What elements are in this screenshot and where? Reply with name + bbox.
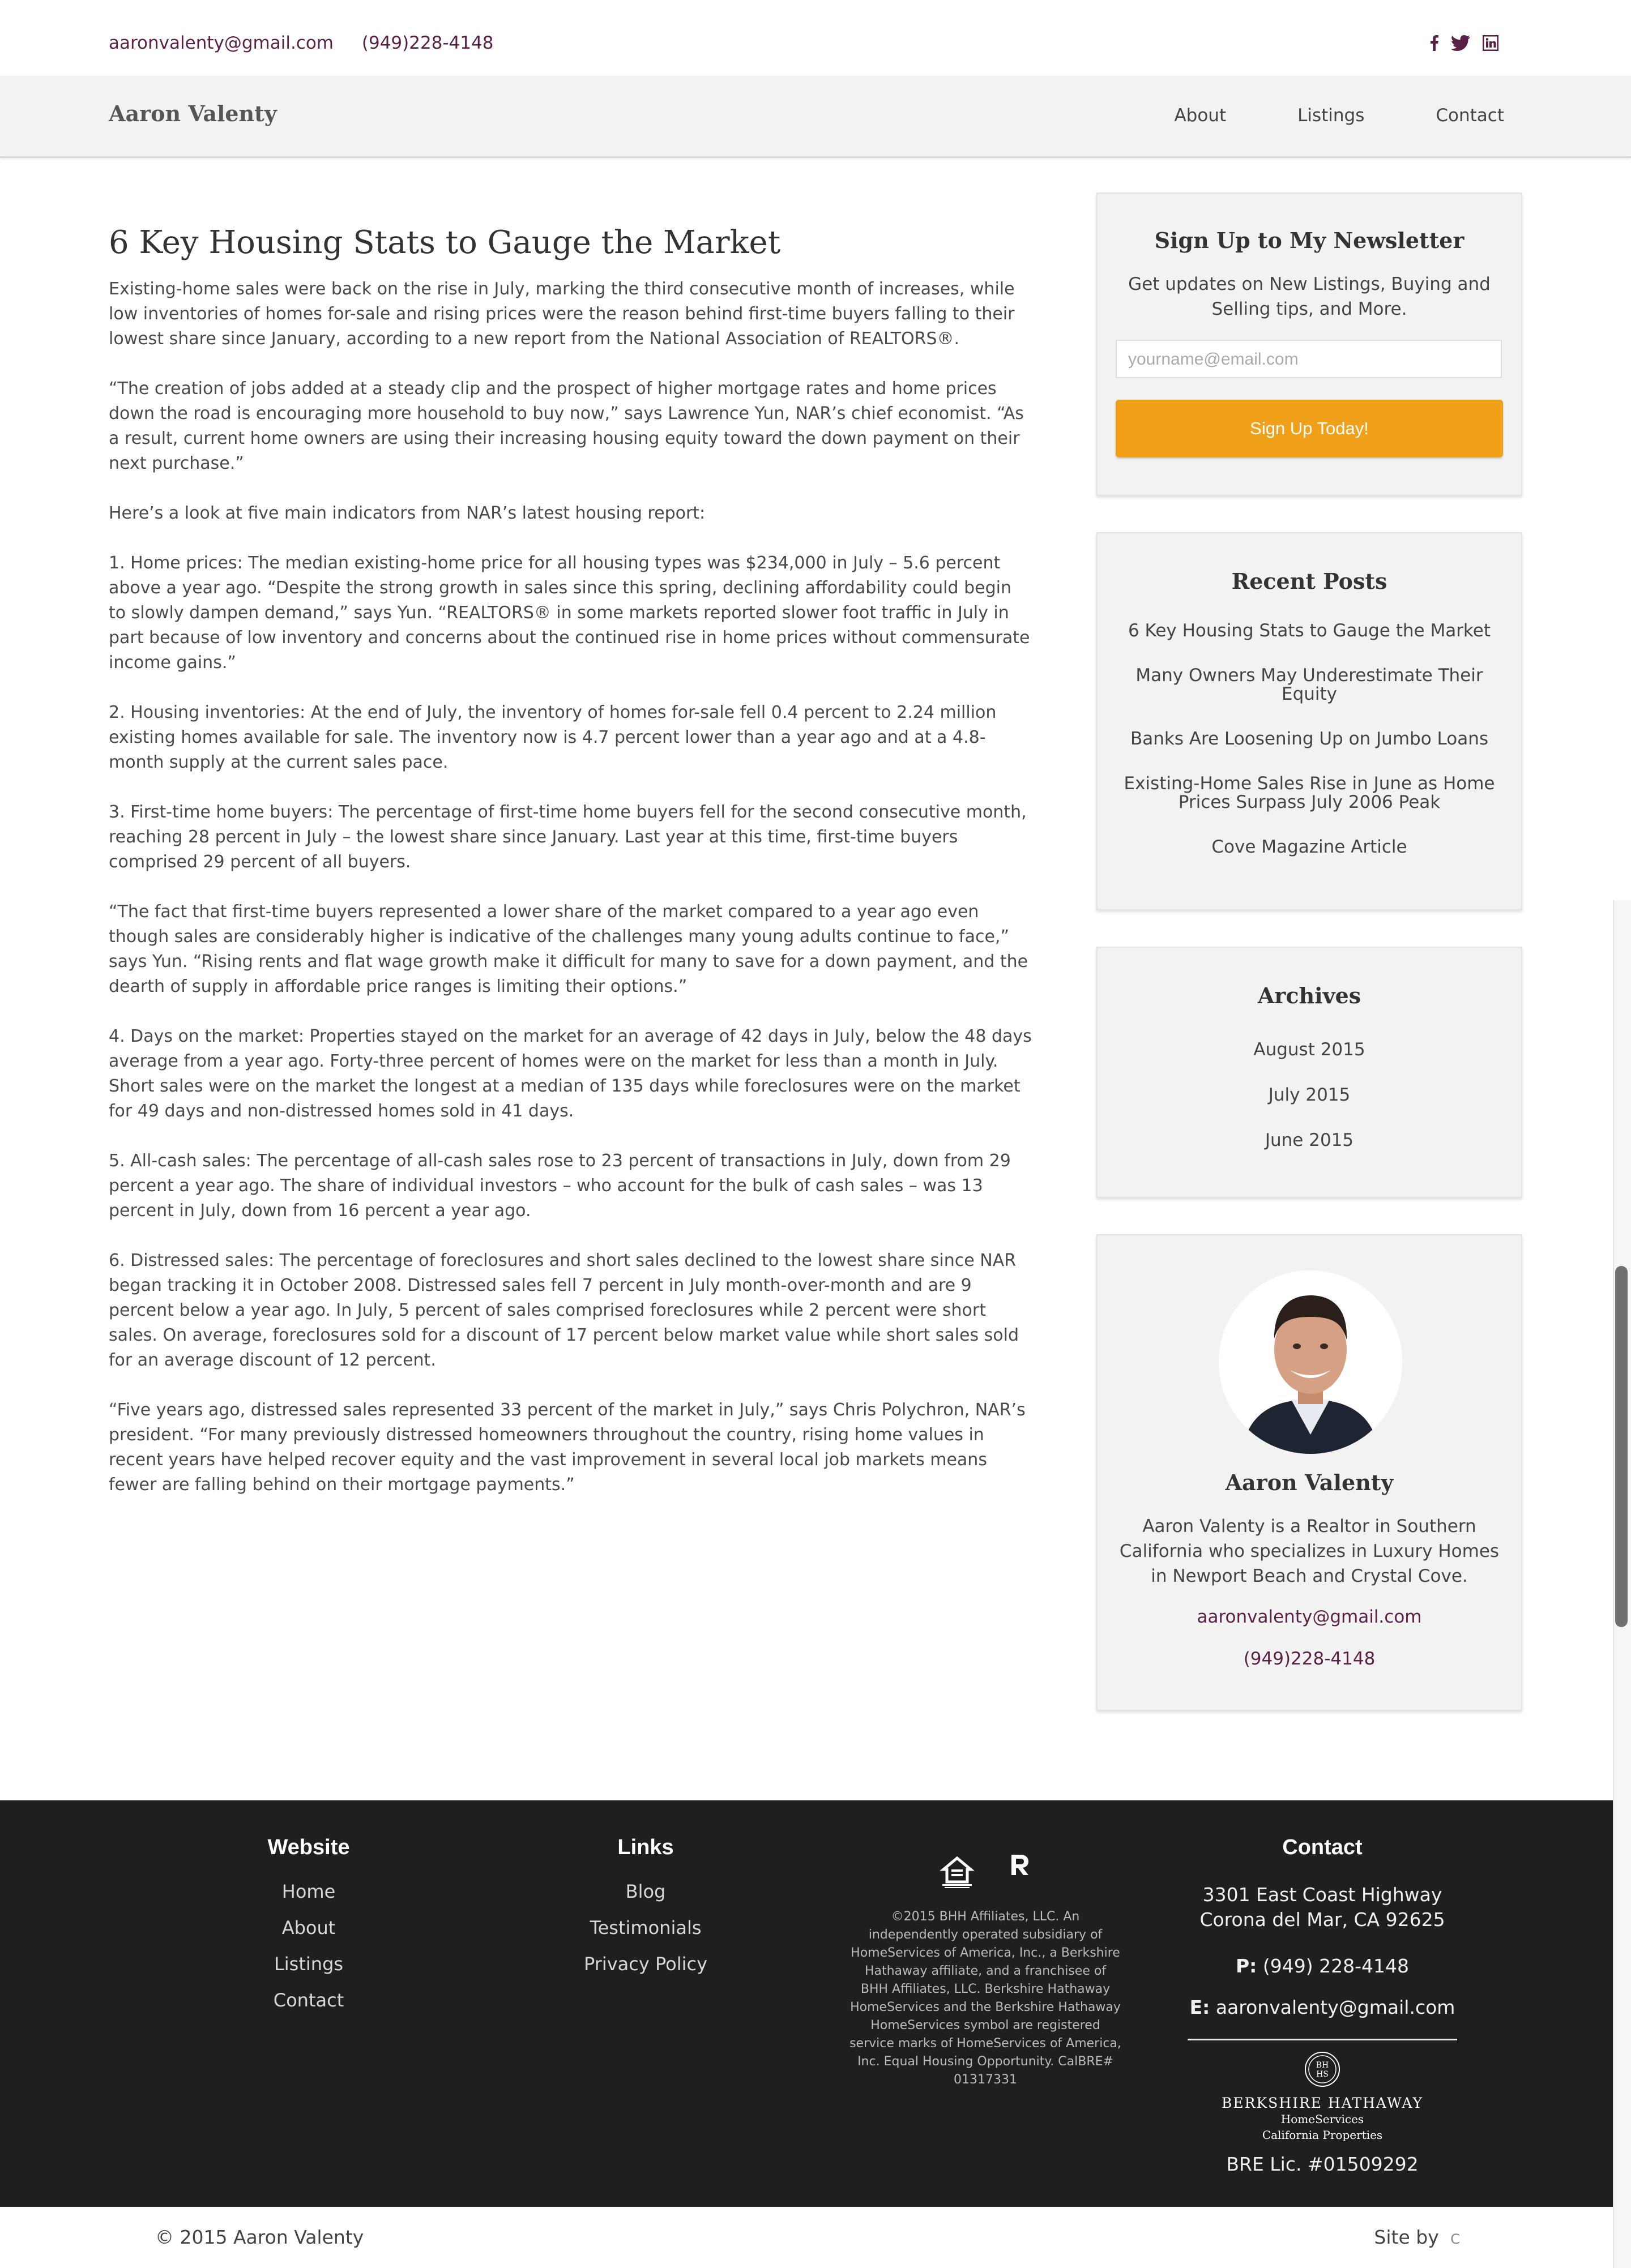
article-paragraph: 2. Housing inventories: At the end of Ju… (109, 703, 997, 772)
footer-website-column: Website Home About Listings Contact (210, 1835, 408, 2027)
archive-link[interactable]: June 2015 (1098, 1129, 1521, 1152)
footer-links-column: Links Blog Testimonials Privacy Policy (549, 1835, 742, 1991)
social-links (1431, 35, 1499, 53)
svg-text:BH: BH (1316, 2061, 1329, 2070)
newsletter-signup-button[interactable]: Sign Up Today! (1116, 400, 1503, 457)
recent-posts-widget: Recent Posts 6 Key Housing Stats to Gaug… (1096, 532, 1522, 910)
newsletter-widget: Sign Up to My Newsletter Get updates on … (1096, 192, 1522, 496)
recent-post-link[interactable]: Banks Are Loosening Up on Jumbo Loans (1120, 730, 1498, 748)
site-credit-logo-icon[interactable]: C (1450, 2231, 1460, 2247)
recent-post-link[interactable]: Existing-Home Sales Rise in June as Home… (1120, 774, 1498, 812)
nav-menu: About Listings Contact (1174, 105, 1504, 126)
svg-text:HS: HS (1316, 2070, 1329, 2079)
recent-post-link[interactable]: 6 Key Housing Stats to Gauge the Market (1120, 622, 1498, 640)
top-phone-link[interactable]: (949)228-4148 (362, 33, 494, 53)
footer-contact-title: Contact (1282, 1835, 1363, 1859)
footer-phone-label: P: (1236, 1955, 1257, 1977)
article-paragraph: 5. All-cash sales: The percentage of all… (109, 1151, 1011, 1221)
nav-item-contact[interactable]: Contact (1436, 105, 1504, 126)
newsletter-subtitle: Get updates on New Listings, Buying and … (1128, 274, 1491, 319)
footer-link-contact[interactable]: Contact (210, 1991, 408, 2009)
article-paragraph: “Five years ago, distressed sales repres… (109, 1400, 1026, 1495)
facebook-icon[interactable] (1431, 35, 1438, 53)
agent-email-link[interactable]: aaronvalenty@gmail.com (1098, 1607, 1521, 1627)
site-footer: Website Home About Listings Contact Link… (0, 1800, 1613, 2207)
nav-item-about[interactable]: About (1174, 105, 1226, 126)
footer-contact-column: Contact 3301 East Coast Highway Corona d… (1184, 1835, 1461, 2175)
footer-divider (1188, 2039, 1457, 2040)
footer-link-listings[interactable]: Listings (210, 1955, 408, 1973)
footer-phone-link[interactable]: (949) 228-4148 (1263, 1955, 1409, 1977)
agent-avatar (1219, 1270, 1402, 1454)
newsletter-email-input[interactable]: yourname@email.com (1116, 340, 1502, 378)
article-paragraph: “The creation of jobs added at a steady … (109, 379, 1024, 473)
footer-link-about[interactable]: About (210, 1919, 408, 1937)
archives-title: Archives (1257, 983, 1361, 1008)
footer-license: BRE Lic. #01509292 (1226, 2153, 1419, 2175)
bhhs-brand-sub: HomeServices (1280, 2112, 1364, 2126)
linkedin-icon[interactable] (1482, 35, 1499, 53)
realtor-icon (1007, 1852, 1032, 1891)
footer-compliance-icons (844, 1852, 1127, 1891)
archives-widget: Archives August 2015 July 2015 June 2015 (1096, 947, 1522, 1198)
archives-list: August 2015 July 2015 June 2015 (1098, 1038, 1521, 1174)
article-title: 6 Key Housing Stats to Gauge the Market (109, 224, 781, 261)
footer-legal-text: ©2015 BHH Affiliates, LLC. An independen… (849, 1910, 1121, 2087)
footer-link-blog[interactable]: Blog (549, 1882, 742, 1901)
article-paragraph: 1. Home prices: The median existing-home… (109, 553, 1030, 673)
footer-legal-column: ©2015 BHH Affiliates, LLC. An independen… (844, 1852, 1127, 2089)
archive-link[interactable]: August 2015 (1098, 1038, 1521, 1061)
footer-links-title: Links (617, 1835, 674, 1859)
agent-bio-widget: Aaron Valenty Aaron Valenty is a Realtor… (1096, 1234, 1522, 1711)
top-email-link[interactable]: aaronvalenty@gmail.com (109, 33, 334, 53)
top-contact-bar: aaronvalenty@gmail.com (949)228-4148 (0, 0, 1631, 76)
bhhs-brand-name: BERKSHIRE HATHAWAY (1222, 2095, 1423, 2111)
archive-link[interactable]: July 2015 (1098, 1084, 1521, 1106)
twitter-icon[interactable] (1450, 35, 1470, 53)
footer-link-privacy[interactable]: Privacy Policy (549, 1955, 742, 1973)
footer-address-line2: Corona del Mar, CA 92625 (1199, 1908, 1445, 1931)
footer-phone: P: (949) 228-4148 (1184, 1955, 1461, 1977)
article-paragraph: 3. First-time home buyers: The percentag… (109, 802, 1027, 872)
blog-article: 6 Key Housing Stats to Gauge the Market … (109, 224, 1032, 1522)
bhhs-seal-icon: BH HS (1184, 2051, 1461, 2090)
site-credit: Site by C (1374, 2226, 1460, 2248)
article-paragraph: 6. Distressed sales: The percentage of f… (109, 1251, 1019, 1370)
footer-email-link[interactable]: aaronvalenty@gmail.com (1216, 1996, 1455, 2018)
article-paragraph: Existing-home sales were back on the ris… (109, 279, 1015, 349)
recent-post-link[interactable]: Many Owners May Underestimate Their Equi… (1120, 666, 1498, 704)
agent-bio-text: Aaron Valenty is a Realtor in Southern C… (1119, 1516, 1500, 1586)
article-paragraph: 4. Days on the market: Properties stayed… (109, 1026, 1032, 1121)
equal-housing-icon (939, 1852, 975, 1891)
footer-link-testimonials[interactable]: Testimonials (549, 1919, 742, 1937)
bhhs-brand-region: California Properties (1262, 2128, 1383, 2142)
footer-website-title: Website (267, 1835, 350, 1859)
footer-email-label: E: (1189, 1996, 1210, 2018)
recent-posts-list: 6 Key Housing Stats to Gauge the Market … (1120, 622, 1498, 883)
footer-address-line1: 3301 East Coast Highway (1202, 1884, 1442, 1906)
bottom-bar: © 2015 Aaron Valenty Site by C (0, 2207, 1613, 2268)
article-paragraph: “The fact that first-time buyers represe… (109, 902, 1028, 996)
footer-email: E: aaronvalenty@gmail.com (1184, 1996, 1461, 2018)
footer-link-home[interactable]: Home (210, 1882, 408, 1901)
article-paragraph: Here’s a look at five main indicators fr… (109, 503, 706, 523)
main-navbar: Aaron Valenty About Listings Contact (0, 76, 1631, 158)
agent-phone-link[interactable]: (949)228-4148 (1098, 1649, 1521, 1669)
page-scrollbar-thumb[interactable] (1615, 1266, 1628, 1627)
site-brand[interactable]: Aaron Valenty (109, 101, 277, 126)
recent-post-link[interactable]: Cove Magazine Article (1120, 838, 1498, 857)
recent-posts-title: Recent Posts (1231, 568, 1387, 594)
nav-item-listings[interactable]: Listings (1297, 105, 1364, 126)
copyright-text: © 2015 Aaron Valenty (155, 2226, 364, 2248)
agent-name: Aaron Valenty (1225, 1470, 1394, 1495)
top-contact-info: aaronvalenty@gmail.com (949)228-4148 (109, 33, 516, 53)
newsletter-title: Sign Up to My Newsletter (1154, 228, 1465, 253)
site-credit-label: Site by (1374, 2226, 1439, 2248)
